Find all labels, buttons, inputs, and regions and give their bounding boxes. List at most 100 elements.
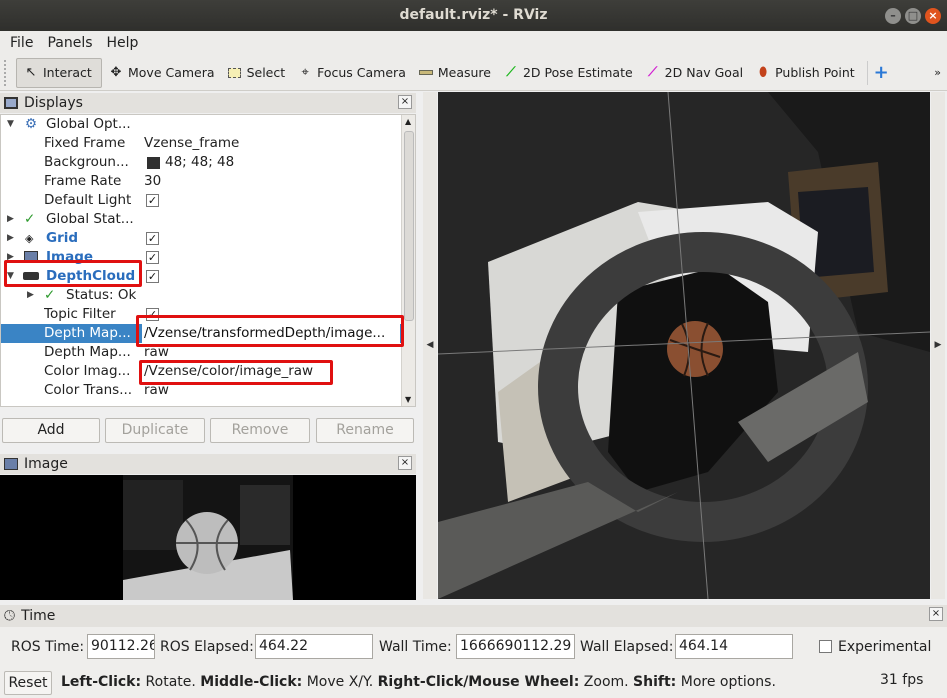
ros-elapsed-field[interactable]: 464.22 (255, 634, 373, 659)
camera-image (123, 475, 293, 600)
window-title: default.rviz* - RViz (399, 7, 548, 23)
nav-goal-button[interactable]: ⟋ 2D Nav Goal (639, 58, 749, 88)
row-label: Frame Rate (44, 173, 122, 189)
wall-time-label: Wall Time: (379, 639, 452, 655)
move-camera-label: Move Camera (128, 65, 215, 80)
add-tool-icon[interactable]: + (868, 58, 895, 88)
toolbar: ↖ Interact ✥ Move Camera Select ⌖ Focus … (0, 55, 947, 91)
row-label: Default Light (44, 192, 132, 208)
row-value[interactable]: 48; 48; 48 (165, 153, 415, 172)
menu-file[interactable]: File (10, 35, 33, 51)
row-value[interactable]: Vzense_frame (144, 134, 402, 153)
focus-camera-label: Focus Camera (317, 65, 406, 80)
measure-button[interactable]: Measure (412, 58, 497, 88)
close-icon[interactable]: × (398, 456, 412, 470)
focus-camera-button[interactable]: ⌖ Focus Camera (291, 58, 412, 88)
hint-shift-desc: More options. (680, 674, 776, 690)
move-camera-button[interactable]: ✥ Move Camera (102, 58, 221, 88)
collapse-left-icon[interactable]: ◀ (423, 92, 437, 599)
expand-arrow-icon[interactable]: ▼ (7, 115, 14, 134)
row-label: Depth Map... (44, 325, 131, 341)
ros-time-field[interactable]: 90112.26 (87, 634, 155, 659)
checkbox-checked[interactable]: ✓ (146, 232, 159, 245)
time-panel-header: 🕓︎ Time × (0, 605, 947, 627)
publish-point-button[interactable]: ⬮ Publish Point (749, 58, 861, 88)
image-panel-title: Image (24, 456, 68, 472)
checkbox-checked[interactable]: ✓ (146, 270, 159, 283)
row-label: Fixed Frame (44, 135, 126, 151)
menu-help[interactable]: Help (107, 35, 139, 51)
render-3d-view[interactable] (438, 92, 930, 599)
tree-row-frame-rate[interactable]: Frame Rate 30 (1, 172, 401, 191)
experimental-checkbox[interactable] (819, 640, 832, 653)
window-titlebar: default.rviz* - RViz – □ × (0, 0, 947, 31)
tree-row-grid[interactable]: ▶ ◈ Grid ✓ (1, 229, 401, 248)
row-label: Color Imag... (44, 363, 131, 379)
row-label: Global Stat... (46, 211, 134, 227)
image-icon (4, 458, 18, 470)
wall-time-field[interactable]: 1666690112.29 (456, 634, 575, 659)
checkmark-icon: ✓ (44, 287, 56, 303)
row-label: Status: Ok (66, 287, 137, 303)
highlight-depth-topic (136, 315, 404, 347)
close-icon[interactable]: × (929, 607, 943, 621)
select-rect-icon (227, 65, 243, 81)
tree-row-background[interactable]: Backgroun... 48; 48; 48 (1, 153, 401, 172)
tree-scrollbar[interactable]: ▲ ▼ (401, 115, 415, 406)
interact-button[interactable]: ↖ Interact (16, 57, 102, 88)
expand-arrow-icon[interactable]: ▶ (7, 229, 14, 248)
row-label: Backgroun... (44, 154, 129, 170)
minimize-icon[interactable]: – (885, 8, 901, 24)
row-value[interactable]: 30 (144, 172, 402, 191)
toolbar-overflow-icon[interactable]: » (928, 58, 947, 88)
magenta-arrow-icon: ⟋ (648, 65, 658, 80)
fps-counter: 31 fps (880, 672, 924, 688)
hint-left-click: Left-Click: (61, 674, 142, 690)
close-icon[interactable]: × (925, 8, 941, 24)
hint-shift: Shift: (633, 674, 677, 690)
expand-arrow-icon[interactable]: ▶ (7, 210, 14, 229)
scroll-thumb[interactable] (404, 131, 414, 321)
scroll-down-icon[interactable]: ▼ (405, 395, 411, 404)
image-view[interactable] (0, 475, 416, 600)
nav-goal-label: 2D Nav Goal (664, 65, 744, 80)
rename-button[interactable]: Rename (316, 418, 414, 443)
select-label: Select (246, 65, 286, 80)
reset-button[interactable]: Reset (4, 671, 52, 695)
row-label: Global Opt... (46, 116, 131, 132)
ros-time-label: ROS Time: (11, 639, 85, 655)
displays-title: Displays (24, 95, 83, 111)
pose-estimate-button[interactable]: ⟋ 2D Pose Estimate (497, 58, 639, 88)
wall-elapsed-label: Wall Elapsed: (580, 639, 674, 655)
wall-elapsed-field[interactable]: 464.14 (675, 634, 793, 659)
select-button[interactable]: Select (221, 58, 292, 88)
crosshair-icon: ⌖ (301, 65, 309, 80)
checkbox-checked[interactable]: ✓ (146, 194, 159, 207)
tree-row-status-ok[interactable]: ▶ ✓ Status: Ok (1, 286, 401, 305)
tree-row-global-status[interactable]: ▶ ✓ Global Stat... (1, 210, 401, 229)
ros-elapsed-label: ROS Elapsed: (160, 639, 254, 655)
row-label: Grid (46, 230, 79, 246)
duplicate-button[interactable]: Duplicate (105, 418, 205, 443)
highlight-color-topic (139, 360, 333, 385)
color-swatch[interactable] (147, 157, 160, 169)
scroll-up-icon[interactable]: ▲ (405, 117, 411, 126)
green-arrow-icon: ⟋ (506, 65, 516, 80)
depth-point-cloud (438, 92, 930, 599)
collapse-right-icon[interactable]: ▶ (931, 92, 945, 599)
checkbox-checked[interactable]: ✓ (146, 251, 159, 264)
tree-row-global-options[interactable]: ▼ ⚙ Global Opt... (1, 115, 401, 134)
tree-row-default-light[interactable]: Default Light ✓ (1, 191, 401, 210)
row-label: Topic Filter (44, 306, 116, 322)
ruler-icon (418, 65, 434, 81)
menu-panels[interactable]: Panels (47, 35, 92, 51)
add-button[interactable]: Add (2, 418, 100, 443)
gear-icon: ⚙ (25, 116, 38, 132)
move-arrows-icon: ✥ (110, 65, 122, 80)
experimental-label: Experimental (838, 639, 932, 655)
expand-arrow-icon[interactable]: ▶ (27, 286, 34, 305)
close-icon[interactable]: × (398, 95, 412, 109)
remove-button[interactable]: Remove (210, 418, 310, 443)
maximize-icon[interactable]: □ (905, 8, 921, 24)
tree-row-fixed-frame[interactable]: Fixed Frame Vzense_frame (1, 134, 401, 153)
